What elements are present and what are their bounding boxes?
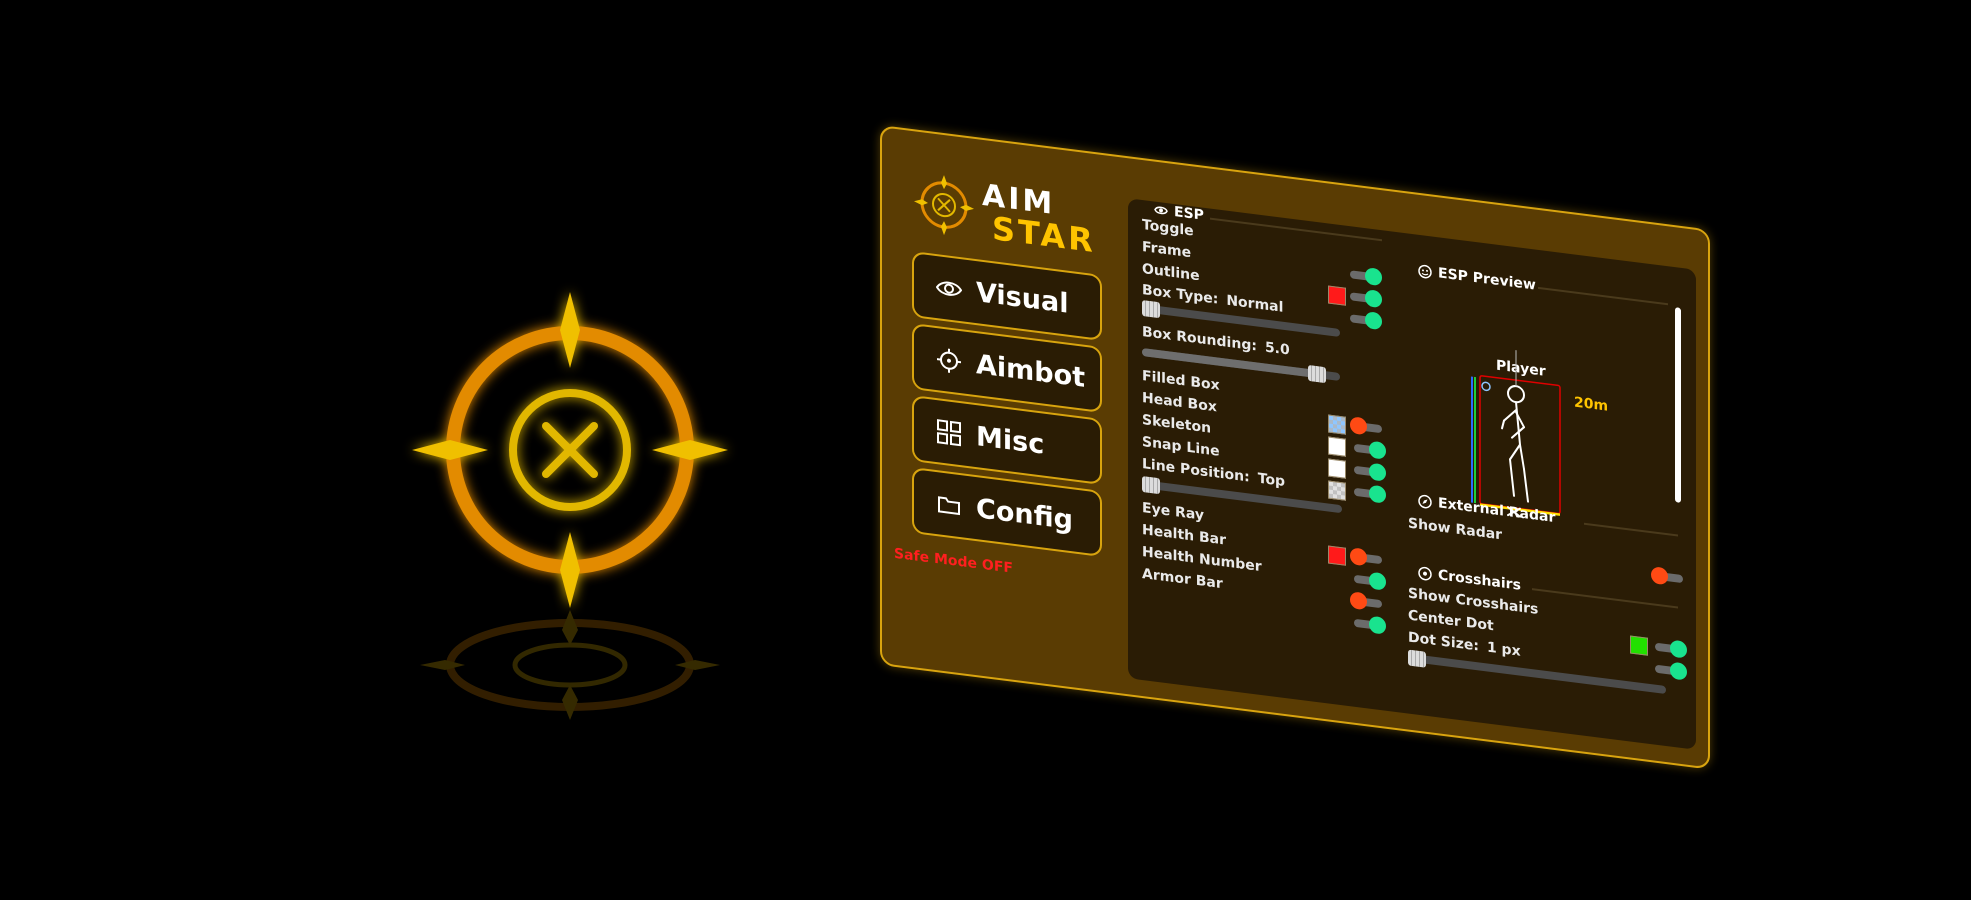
grid-icon (936, 418, 962, 447)
snap-line-color-swatch[interactable] (1328, 458, 1346, 479)
slider-thumb[interactable] (1142, 300, 1160, 319)
nav-visual-label: Visual (976, 276, 1069, 320)
safe-mode-status: Safe Mode OFF (894, 545, 1013, 577)
snap-line-toggle[interactable] (1354, 462, 1386, 482)
head-box-toggle[interactable] (1350, 416, 1382, 436)
nav-config-label: Config (976, 492, 1073, 536)
toggle-knob (1670, 661, 1687, 681)
big-crosshair-logo-icon (400, 280, 740, 620)
outline-color-swatch[interactable] (1328, 285, 1346, 306)
eye-ray-label: Eye Ray (1142, 500, 1204, 524)
head-box-label: Head Box (1142, 390, 1217, 416)
toggle-switch[interactable] (1350, 311, 1382, 331)
crosshair-logo-icon (912, 169, 976, 241)
center-dot-toggle[interactable] (1655, 661, 1687, 681)
external-radar-divider (1584, 522, 1678, 537)
line-position-value: Top (1257, 470, 1286, 491)
slider-thumb[interactable] (1308, 364, 1326, 384)
smiley-icon (1418, 264, 1432, 280)
box-type-value: Normal (1226, 292, 1284, 316)
skeleton-toggle[interactable] (1354, 440, 1386, 460)
crosshair-icon (936, 346, 962, 375)
toggle-switch[interactable] (1354, 615, 1386, 635)
show-radar-label: Show Radar (1408, 515, 1503, 544)
app-screen: AIM STAR Visual Aimbot Misc Config Safe … (0, 0, 1971, 900)
armor-bar-toggle[interactable] (1350, 591, 1382, 611)
health-number-toggle[interactable] (1354, 571, 1386, 591)
toggle-knob (1369, 440, 1386, 460)
menu-panel: AIM STAR Visual Aimbot Misc Config Safe … (880, 125, 1710, 770)
esp-section-divider (1210, 217, 1382, 242)
toggle-knob (1670, 639, 1687, 659)
nav-misc-label: Misc (976, 420, 1045, 461)
skeleton-color-swatch[interactable] (1328, 436, 1346, 457)
show-crosshairs-toggle[interactable] (1655, 639, 1687, 659)
esp-preview-header: ESP Preview (1418, 263, 1536, 294)
box-rounding-value: 5.0 (1264, 339, 1290, 359)
line-position-toggle[interactable] (1354, 484, 1386, 504)
snap-line-label: Snap Line (1142, 434, 1220, 460)
menu-window: AIM STAR Visual Aimbot Misc Config Safe … (880, 125, 1710, 770)
toggle-knob (1369, 462, 1386, 482)
esp-preview-title: ESP Preview (1438, 265, 1536, 294)
slider-thumb[interactable] (1142, 476, 1160, 495)
filled-box-label: Filled Box (1142, 368, 1220, 394)
toggle-knob (1369, 484, 1386, 504)
skeleton-label: Skeleton (1142, 412, 1212, 437)
brand-word-star: STAR (992, 209, 1096, 261)
outline-label: Outline (1142, 261, 1200, 285)
line-position-color-swatch[interactable] (1328, 480, 1346, 501)
esp-preview-figure (1470, 350, 1568, 522)
show-radar-toggle[interactable] (1651, 566, 1683, 586)
logo-reflection (410, 600, 730, 730)
crosshairs-divider (1532, 588, 1678, 609)
crosshair-color-swatch[interactable] (1630, 635, 1648, 656)
armor-bar-label: Armor Bar (1142, 566, 1223, 593)
head-box-color-swatch[interactable] (1328, 414, 1346, 435)
frame-toggle[interactable] (1350, 267, 1382, 287)
folder-icon (936, 490, 962, 519)
toggle-knob (1350, 547, 1367, 567)
dot-size-value: 1 px (1486, 639, 1521, 660)
dot-size-slider[interactable] (1408, 649, 1666, 695)
preview-distance: 20m (1574, 394, 1609, 415)
slider-thumb[interactable] (1408, 649, 1426, 668)
brand-logo: AIM STAR (912, 169, 1122, 265)
toggle-knob (1369, 615, 1386, 635)
toggle-knob (1350, 416, 1367, 436)
settings-content: ESP Toggle Frame Outline Box Type: Normal… (1128, 198, 1696, 750)
health-bar-color-swatch[interactable] (1328, 545, 1346, 566)
frame-label: Frame (1142, 239, 1192, 262)
compass-icon (1418, 494, 1432, 510)
outline-toggle[interactable] (1350, 289, 1382, 309)
health-bar-toggle[interactable] (1350, 547, 1382, 567)
esp-preview-divider (1538, 286, 1668, 306)
toggle-knob (1369, 571, 1386, 591)
nav-aimbot-label: Aimbot (976, 348, 1086, 394)
eye-icon (1154, 203, 1168, 219)
toggle-knob (1350, 591, 1367, 611)
eye-icon (936, 274, 962, 303)
crosshairs-title: Crosshairs (1438, 567, 1521, 594)
toggle-knob (1365, 311, 1382, 331)
toggle-knob (1365, 267, 1382, 287)
toggle-knob (1651, 566, 1668, 586)
toggle-knob (1365, 289, 1382, 309)
target-icon (1418, 566, 1432, 582)
content-scrollbar[interactable] (1675, 307, 1681, 503)
